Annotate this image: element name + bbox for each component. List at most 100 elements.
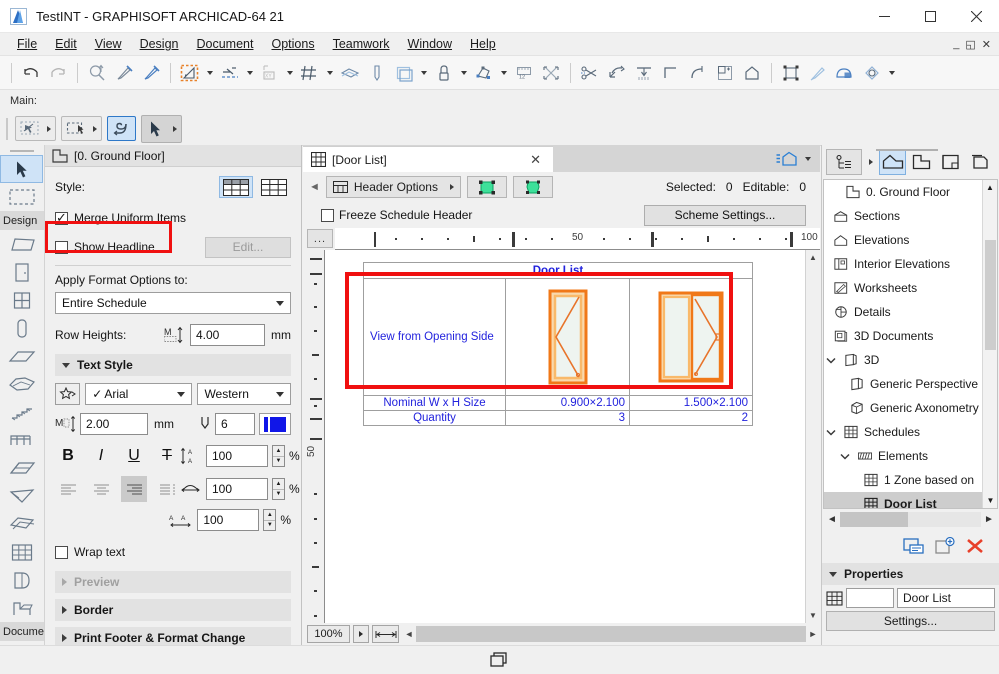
layers-icon[interactable] <box>337 60 363 86</box>
zoom-dropdown-button[interactable] <box>353 625 369 643</box>
arrow-marquee-tool[interactable] <box>15 116 56 141</box>
project-map-button[interactable] <box>826 149 862 175</box>
schedule-table[interactable]: Door List View from Opening Side Nominal… <box>363 262 753 426</box>
header-options-button[interactable]: Header Options <box>325 176 461 198</box>
properties-id-input[interactable] <box>846 588 894 608</box>
tree-vertical-scrollbar[interactable]: ▲ ▼ <box>982 180 997 508</box>
underline-button[interactable]: U <box>121 443 147 469</box>
maximize-button[interactable] <box>907 0 953 33</box>
tree-item-generic-perspective[interactable]: Generic Perspective <box>824 372 997 396</box>
align-center-button[interactable] <box>88 476 114 502</box>
hscroll-thumb[interactable] <box>840 511 908 527</box>
toolbox-roof-tool[interactable] <box>0 454 43 482</box>
style-grid-filled-button[interactable] <box>219 176 253 198</box>
redo-icon[interactable] <box>45 60 71 86</box>
doc-restore-button[interactable]: ◱ <box>965 38 975 51</box>
selection-settings-button[interactable] <box>512 176 553 198</box>
trace-reference-dropdown[interactable] <box>886 60 898 86</box>
coordinates-icon[interactable]: XY <box>257 60 283 86</box>
ruler-corner-button[interactable]: ... <box>307 229 333 248</box>
scroll-down-icon[interactable]: ▼ <box>983 493 997 508</box>
text-style-section-header[interactable]: Text Style <box>55 354 291 376</box>
project-map-dropdown[interactable] <box>864 149 877 175</box>
tab-project-map[interactable] <box>879 149 906 175</box>
scroll-down-icon[interactable]: ▼ <box>806 608 820 623</box>
toolbox-shell-tool[interactable] <box>0 482 43 510</box>
tree-item-interior-elevations[interactable]: Interior Elevations <box>824 252 997 276</box>
freeze-header-row[interactable]: Freeze Schedule Header <box>321 204 472 226</box>
hscroll-track[interactable] <box>840 511 981 527</box>
scroll-right-icon[interactable]: ► <box>806 629 820 639</box>
hscroll-track[interactable] <box>416 626 806 642</box>
toolbox-marquee-tool[interactable] <box>0 183 43 211</box>
stories-dropdown[interactable] <box>418 60 430 86</box>
scroll-left-icon[interactable]: ◄ <box>824 514 840 525</box>
apply-format-select[interactable]: Entire Schedule <box>55 292 291 314</box>
arrow-tool-dropdown[interactable] <box>169 126 181 132</box>
toolbox-category-design[interactable]: Design <box>0 211 44 230</box>
scheme-settings-button[interactable]: Scheme Settings... <box>644 204 806 226</box>
toolbox-slab-tool[interactable] <box>0 230 43 258</box>
tab-door-list[interactable]: [Door List] ✕ <box>303 146 553 172</box>
toolbox-beam-tool[interactable] <box>0 342 43 370</box>
snap-points-icon[interactable] <box>217 60 243 86</box>
tree-item-door-list[interactable]: Door List <box>824 492 997 508</box>
toolbox-stair-tool[interactable] <box>0 398 43 426</box>
doc-close-button[interactable]: ✕ <box>982 38 991 51</box>
parameter-transfer-icon[interactable] <box>84 60 110 86</box>
arrow-marquee-dropdown[interactable] <box>43 126 55 132</box>
align-right-button[interactable] <box>121 476 147 502</box>
merge-uniform-items-checkbox[interactable] <box>55 210 68 226</box>
doc-minimize-button[interactable]: _ <box>953 38 959 50</box>
morph-icon[interactable] <box>471 60 497 86</box>
wrap-text-row[interactable]: Wrap text <box>55 541 291 563</box>
preview-section-header[interactable]: Preview <box>55 571 291 593</box>
morph-dropdown[interactable] <box>498 60 510 86</box>
tree-item-3d-documents[interactable]: 3D Documents <box>824 324 997 348</box>
tree-item-elements[interactable]: Elements <box>824 444 997 468</box>
3d-cutaway-icon[interactable] <box>832 60 858 86</box>
inject-parameters-icon[interactable] <box>138 60 164 86</box>
arrow-tool[interactable] <box>141 114 182 143</box>
toolbox-morph-tool[interactable] <box>0 510 43 538</box>
style-grid-outline-button[interactable] <box>257 176 291 198</box>
italic-button[interactable]: I <box>88 443 114 469</box>
toolbox-curtain-wall-tool[interactable] <box>0 538 43 566</box>
tree-item-worksheets[interactable]: Worksheets <box>824 276 997 300</box>
open-view-button[interactable] <box>903 537 925 555</box>
menu-design[interactable]: Design <box>131 35 188 53</box>
trim-scissors-icon[interactable] <box>577 60 603 86</box>
toolbox-arrow-tool[interactable] <box>0 155 43 183</box>
line-spacing-stepper[interactable]: ▲ ▼ <box>272 445 285 467</box>
tab-layout-book[interactable] <box>937 149 964 175</box>
tree-horizontal-scrollbar[interactable]: ◄ ► <box>822 509 999 529</box>
fit-in-window-button[interactable] <box>372 625 399 643</box>
tree-item-ground-floor[interactable]: 0. Ground Floor <box>824 180 997 204</box>
fit-selection-button[interactable] <box>466 176 507 198</box>
canvas-horizontal-scrollbar[interactable]: ◄ ► <box>402 625 820 643</box>
coordinates-dropdown[interactable] <box>284 60 296 86</box>
canvas-vertical-scrollbar[interactable]: ▲ ▼ <box>805 250 820 623</box>
edit-button[interactable]: Edit... <box>205 236 291 258</box>
toolbox-object-tool[interactable] <box>0 594 43 622</box>
menu-view[interactable]: View <box>86 35 131 53</box>
scroll-track[interactable] <box>806 265 820 608</box>
undo-icon[interactable] <box>18 60 44 86</box>
show-headline-checkbox[interactable] <box>55 240 68 254</box>
tab-publisher[interactable] <box>966 149 993 175</box>
grid-snap-dropdown[interactable] <box>324 60 336 86</box>
align-justify-button[interactable] <box>154 476 180 502</box>
menu-document[interactable]: Document <box>188 35 263 53</box>
stories-icon[interactable] <box>391 60 417 86</box>
tree-item-sections[interactable]: Sections <box>824 204 997 228</box>
toolbar-grip[interactable] <box>6 117 8 140</box>
character-spacing-input[interactable]: 100 <box>197 509 260 531</box>
multiply-icon[interactable] <box>712 60 738 86</box>
scroll-up-icon[interactable]: ▲ <box>806 250 820 265</box>
close-button[interactable] <box>953 0 999 33</box>
vertical-ruler[interactable]: 50 <box>303 250 325 623</box>
character-spacing-stepper[interactable]: ▲ ▼ <box>263 509 277 531</box>
favorites-icon[interactable] <box>55 383 81 405</box>
border-section-header[interactable]: Border <box>55 599 291 621</box>
toolbox-zone-tool[interactable] <box>0 566 43 594</box>
